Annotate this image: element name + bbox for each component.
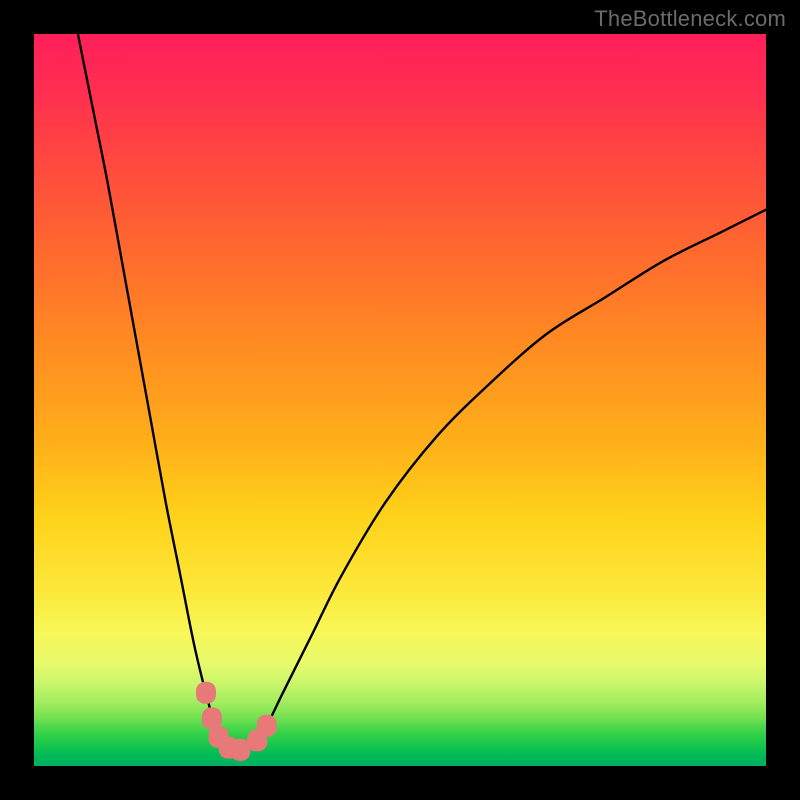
bottleneck-curve-svg bbox=[34, 34, 766, 766]
curve-marker bbox=[257, 715, 277, 737]
curve-markers bbox=[196, 682, 277, 761]
watermark-text: TheBottleneck.com bbox=[594, 6, 786, 32]
bottleneck-curve bbox=[78, 34, 766, 752]
plot-area bbox=[34, 34, 766, 766]
curve-marker bbox=[196, 682, 216, 704]
chart-frame: TheBottleneck.com bbox=[0, 0, 800, 800]
